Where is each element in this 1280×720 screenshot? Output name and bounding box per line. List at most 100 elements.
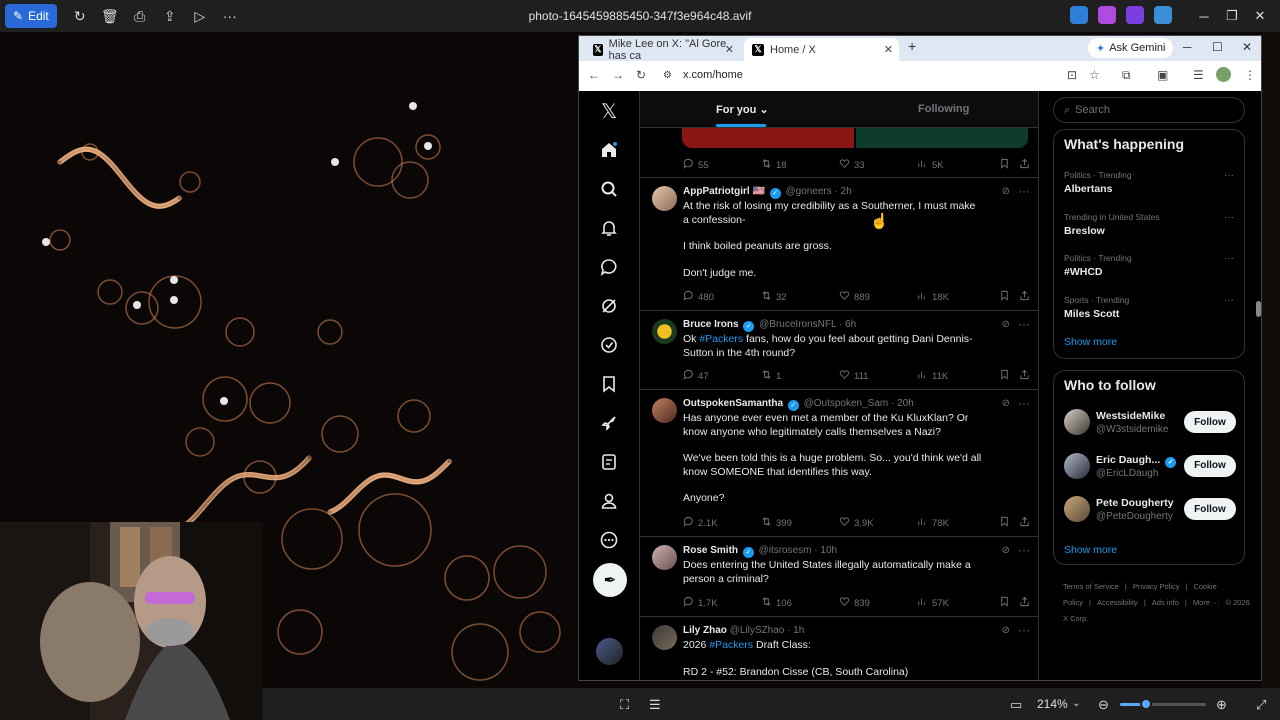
follow-suggestion[interactable]: Eric Daugh... ✓ @EricLDaugh Follow (1064, 452, 1236, 483)
url-field[interactable]: x.com/home (683, 69, 743, 81)
like-button[interactable]: 889 (839, 290, 870, 304)
fit-icon[interactable]: ⛶ (620, 697, 629, 713)
browser-close-icon[interactable]: ✕ (1242, 40, 1252, 54)
tab-for-you[interactable]: For you ⌄ (716, 103, 769, 116)
post-lily-zhao[interactable]: Lily Zhao @LilySZhao · 1h ⊘ ··· 2026 #Pa… (640, 617, 1038, 680)
footer-link[interactable]: Accessibility (1097, 598, 1138, 607)
articles-icon[interactable] (597, 450, 621, 474)
search-input[interactable]: ⌕ Search (1053, 97, 1245, 123)
rotate-icon[interactable]: ↻ (65, 4, 95, 28)
reply-button[interactable]: 1.7K (683, 596, 718, 610)
like-button[interactable]: 839 (839, 596, 870, 610)
footer-link[interactable]: Privacy Policy (1133, 582, 1180, 591)
bookmark-button[interactable] (999, 158, 1010, 172)
site-info-icon[interactable]: ⚙ (663, 70, 672, 81)
trend-item[interactable]: Sports · Trending Miles Scott ··· (1064, 295, 1234, 320)
app-icon-blue[interactable] (1070, 6, 1088, 24)
app-icon-cloud[interactable] (1154, 6, 1172, 24)
author-handle[interactable]: @goneers · 2h (785, 186, 851, 197)
bookmark-button[interactable] (999, 369, 1010, 383)
bookmark-button[interactable] (999, 290, 1010, 304)
new-tab-icon[interactable]: + (908, 38, 916, 54)
follow-suggestion[interactable]: WestsideMike @W3stsidemike Follow (1064, 409, 1236, 439)
footer-link[interactable]: Ads info (1152, 598, 1179, 607)
share-button[interactable] (1019, 158, 1030, 172)
x-logo-icon[interactable]: 𝕏 (597, 99, 621, 123)
reply-button[interactable]: 480 (683, 290, 714, 304)
grok-icon[interactable] (597, 294, 621, 318)
trend-item[interactable]: Trending in United States Breslow ··· (1064, 212, 1234, 237)
author-name[interactable]: AppPatriotgirl (683, 186, 750, 197)
rocket-jobs-icon[interactable] (597, 411, 621, 435)
chevron-down-icon[interactable]: ⌄ (1072, 698, 1080, 709)
forward-icon[interactable]: → (612, 68, 624, 82)
zoom-level[interactable]: 214% (1037, 697, 1068, 711)
author-handle[interactable]: @LilySZhao · 1h (730, 625, 805, 636)
views-button[interactable]: 5K (917, 158, 944, 172)
zoom-slider-thumb[interactable] (1139, 698, 1152, 710)
extensions-icon[interactable]: ⧉ (1122, 68, 1131, 83)
author-handle[interactable]: @itsrosesm · 10h (759, 545, 838, 556)
tab-close-icon[interactable]: ✕ (884, 43, 893, 56)
scrollbar-thumb[interactable] (1256, 301, 1261, 317)
reload-icon[interactable]: ↻ (636, 68, 646, 82)
home-icon[interactable] (597, 138, 621, 162)
show-more-link[interactable]: Show more (1064, 544, 1117, 556)
repost-button[interactable]: 32 (761, 290, 787, 304)
post-rose-smith[interactable]: Rose Smith ✓ @itsrosesm · 10h ⊘ ··· Does… (640, 537, 1038, 617)
share-button[interactable] (1019, 290, 1030, 304)
avatar[interactable] (1064, 452, 1090, 479)
slideshow-icon[interactable]: ▷ (185, 4, 215, 28)
repost-button[interactable]: 106 (761, 596, 792, 610)
install-icon[interactable]: ⊡ (1067, 68, 1077, 82)
trend-more-icon[interactable]: ··· (1224, 295, 1234, 306)
author-name[interactable]: Rose Smith (683, 545, 738, 556)
views-button[interactable]: 78K (917, 516, 949, 530)
profile-icon[interactable] (597, 489, 621, 513)
suggestion-name[interactable]: Eric Daugh... ✓ (1096, 454, 1178, 468)
grok-icon[interactable]: ⊘ (1002, 625, 1010, 636)
repost-button[interactable]: 399 (761, 516, 792, 530)
author-handle[interactable]: @Outspoken_Sam · 20h (804, 398, 914, 409)
follow-suggestion[interactable]: Pete Dougherty @PeteDougherty Follow (1064, 496, 1236, 526)
menu-kebab-icon[interactable]: ⋮ (1244, 68, 1256, 82)
messages-icon[interactable] (597, 255, 621, 279)
trend-more-icon[interactable]: ··· (1224, 170, 1234, 181)
compose-post-button[interactable]: ✒ (593, 563, 627, 597)
account-avatar[interactable] (596, 638, 623, 665)
trend-more-icon[interactable]: ··· (1224, 253, 1234, 264)
edit-button[interactable]: ✎ Edit (5, 4, 57, 28)
trend-more-icon[interactable]: ··· (1224, 212, 1234, 223)
avatar[interactable] (1064, 496, 1090, 522)
app-icon-purple[interactable] (1126, 6, 1144, 24)
hashtag-link[interactable]: #Packers (709, 639, 753, 651)
zoom-out-icon[interactable]: ⊖ (1098, 697, 1109, 713)
share-icon[interactable]: ⇪ (155, 4, 185, 28)
notifications-bell-icon[interactable] (597, 216, 621, 240)
reply-button[interactable]: 2.1K (683, 516, 718, 530)
more-icon[interactable]: ··· (215, 4, 245, 28)
post-apppatriotgirl[interactable]: AppPatriotgirl 🇺🇸 ✓ @goneers · 2h ⊘ ··· … (640, 178, 1038, 311)
follow-button[interactable]: Follow (1184, 454, 1236, 477)
profile-avatar[interactable] (1216, 67, 1231, 82)
bookmarks-icon[interactable] (597, 372, 621, 396)
like-button[interactable]: 33 (839, 158, 865, 172)
post-more-icon[interactable]: ··· (1018, 317, 1030, 331)
views-button[interactable]: 18K (917, 290, 949, 304)
reading-list-icon[interactable]: ☰ (1193, 68, 1204, 82)
grok-icon[interactable]: ⊘ (1002, 398, 1010, 409)
share-button[interactable] (1019, 596, 1030, 610)
tab-following[interactable]: Following (918, 103, 969, 115)
browser-maximize-icon[interactable]: ☐ (1212, 40, 1223, 54)
grok-icon[interactable]: ⊘ (1002, 319, 1010, 330)
zoom-slider[interactable] (1120, 698, 1206, 710)
footer-link[interactable]: Terms of Service (1063, 582, 1119, 591)
tab-close-icon[interactable]: ✕ (725, 43, 734, 56)
back-icon[interactable]: ← (588, 68, 600, 82)
reply-button[interactable]: 47 (683, 369, 709, 383)
avatar[interactable] (652, 186, 677, 211)
bookmark-button[interactable] (999, 516, 1010, 530)
premium-verified-icon[interactable] (597, 333, 621, 357)
author-name[interactable]: OutspokenSamantha (683, 398, 783, 409)
repost-button[interactable]: 18 (761, 158, 787, 172)
